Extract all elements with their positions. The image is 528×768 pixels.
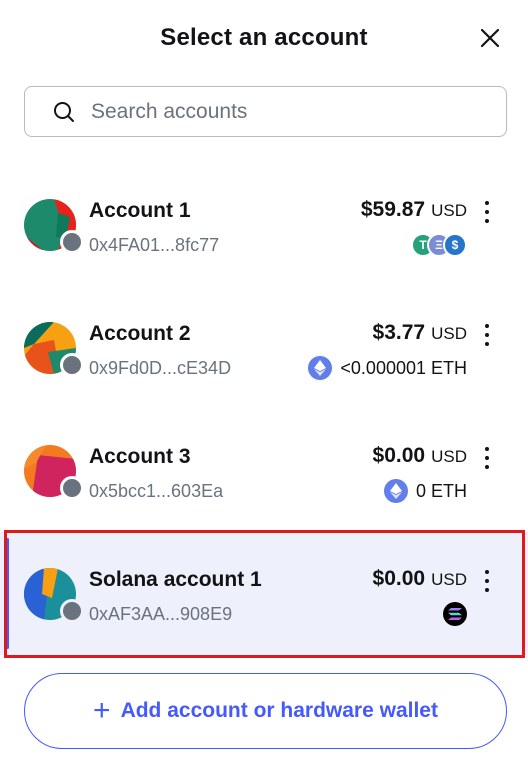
account-balance: $3.77 USD	[373, 321, 467, 345]
token-icons: T Ξ $	[411, 233, 467, 257]
eth-icon	[308, 356, 333, 380]
account-name: Solana account 1	[89, 568, 262, 591]
eth-icon	[383, 479, 408, 503]
balance-value: $0.00	[372, 567, 426, 590]
account-row-2[interactable]: Account 2 0x9Fd0D...cE34D $3.77 USD <0.00…	[0, 286, 528, 409]
account-address: 0x5bcc1...603Ea	[89, 481, 224, 501]
account-name: Account 3	[89, 445, 191, 468]
account-name: Account 1	[89, 199, 191, 222]
token-amount: <0.000001 ETH	[340, 357, 467, 378]
account-row-1[interactable]: Account 1 0x4FA01...8fc77 $59.87 USD T Ξ …	[0, 163, 528, 286]
account-address: 0xAF3AA...908E9	[89, 604, 233, 624]
balance-currency: USD	[431, 324, 467, 343]
account-balance: $0.00 USD	[373, 567, 467, 591]
balance-currency: USD	[431, 201, 467, 220]
usdc-icon: $	[443, 233, 467, 257]
balance-value: $0.00	[372, 444, 426, 467]
page-title: Select an account	[160, 24, 368, 51]
balance-currency: USD	[431, 570, 467, 589]
account-address: 0x9Fd0D...cE34D	[89, 358, 232, 378]
add-account-label: Add account or hardware wallet	[120, 699, 438, 722]
solana-icon	[443, 602, 467, 626]
account-address: 0x4FA01...8fc77	[89, 235, 220, 255]
network-badge	[60, 599, 84, 623]
token-balance: <0.000001 ETH	[308, 356, 467, 380]
account-options-menu-icon[interactable]	[477, 445, 497, 471]
account-balance: $0.00 USD	[373, 444, 467, 468]
network-badge	[60, 353, 84, 377]
close-icon[interactable]	[478, 26, 502, 50]
balance-currency: USD	[431, 447, 467, 466]
account-row-solana-1[interactable]: Solana account 1 0xAF3AA...908E9 $0.00 US…	[0, 532, 528, 655]
search-icon	[53, 101, 75, 123]
plus-icon: +	[93, 694, 111, 727]
account-balance: $59.87 USD	[361, 198, 467, 222]
search-box	[24, 86, 507, 137]
modal-header: Select an account	[0, 0, 528, 80]
token-balance: 0 ETH	[383, 479, 467, 503]
account-row-3[interactable]: Account 3 0x5bcc1...603Ea $0.00 USD 0 ETH	[0, 409, 528, 532]
search-input[interactable]	[91, 97, 491, 127]
account-options-menu-icon[interactable]	[477, 199, 497, 225]
add-account-button[interactable]: + Add account or hardware wallet	[24, 673, 507, 749]
network-badge	[60, 476, 84, 500]
balance-value: $3.77	[372, 321, 426, 344]
balance-value: $59.87	[360, 198, 426, 221]
network-badge	[60, 230, 84, 254]
token-amount: 0 ETH	[415, 480, 467, 501]
account-name: Account 2	[89, 322, 191, 345]
account-options-menu-icon[interactable]	[477, 322, 497, 348]
token-balance	[443, 602, 467, 626]
account-options-menu-icon[interactable]	[477, 568, 497, 594]
